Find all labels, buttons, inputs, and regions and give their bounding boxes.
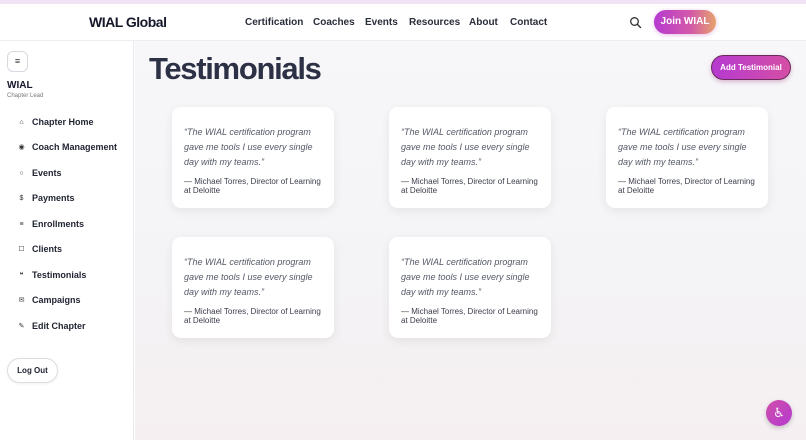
mail-icon: ✉ bbox=[18, 297, 25, 304]
testimonial-quote: “The WIAL certification program gave me … bbox=[618, 127, 747, 167]
page-title: Testimonials bbox=[149, 51, 322, 86]
testimonial-card: “The WIAL certification program gave me … bbox=[172, 237, 334, 338]
logout-button[interactable]: Log Out bbox=[7, 358, 58, 383]
home-icon: ⌂ bbox=[19, 118, 24, 126]
sidebar-item-label: Payments bbox=[32, 193, 75, 203]
sidebar-role: Chapter Lead bbox=[7, 93, 44, 99]
testimonial-card: “The WIAL certification program gave me … bbox=[606, 107, 768, 208]
sidebar-item-enrollments[interactable]: ≡ Enrollments bbox=[17, 217, 84, 231]
sidebar-item-clients[interactable]: ☐ Clients bbox=[17, 242, 62, 256]
main-content: Testimonials Add Testimonial “The WIAL c… bbox=[135, 41, 806, 440]
testimonial-author: — Michael Torres, Director of Learning a… bbox=[184, 307, 321, 325]
testimonial-card: “The WIAL certification program gave me … bbox=[389, 237, 551, 338]
nav-link-events[interactable]: Events bbox=[365, 17, 398, 28]
testimonial-author: — Michael Torres, Director of Learning a… bbox=[401, 177, 538, 195]
list-icon: ≡ bbox=[19, 220, 24, 228]
testimonial-author: — Michael Torres, Director of Learning a… bbox=[184, 177, 321, 195]
sidebar-org-name: WIAL bbox=[7, 80, 33, 91]
quote-icon: ❝ bbox=[19, 272, 24, 279]
sidebar-item-testimonials[interactable]: ❝ Testimonials bbox=[17, 268, 87, 282]
nav-link-resources[interactable]: Resources bbox=[409, 17, 460, 28]
events-icon: ○ bbox=[19, 169, 24, 177]
dollar-icon: $ bbox=[19, 194, 24, 202]
testimonial-quote: “The WIAL certification program gave me … bbox=[401, 257, 530, 297]
sidebar-item-campaigns[interactable]: ✉ Campaigns bbox=[17, 293, 81, 307]
testimonial-card: “The WIAL certification program gave me … bbox=[172, 107, 334, 208]
testimonial-author: — Michael Torres, Director of Learning a… bbox=[401, 307, 538, 325]
sidebar-item-label: Clients bbox=[32, 244, 63, 254]
clients-icon: ☐ bbox=[18, 246, 25, 253]
testimonial-quote: “The WIAL certification program gave me … bbox=[184, 257, 313, 297]
top-navbar: WIAL Global Certification Coaches Events… bbox=[0, 4, 806, 41]
sidebar-item-label: Campaigns bbox=[32, 295, 81, 305]
menu-toggle-icon[interactable]: ≡ bbox=[7, 51, 28, 72]
join-button[interactable]: Join WIAL bbox=[654, 10, 716, 34]
testimonial-quote: “The WIAL certification program gave me … bbox=[401, 127, 530, 167]
edit-icon: ✎ bbox=[18, 323, 25, 330]
testimonial-card: “The WIAL certification program gave me … bbox=[389, 107, 551, 208]
sidebar-item-label: Events bbox=[32, 168, 62, 178]
nav-link-contact[interactable]: Contact bbox=[510, 17, 547, 28]
testimonial-author: — Michael Torres, Director of Learning a… bbox=[618, 177, 755, 195]
nav-link-certification[interactable]: Certification bbox=[245, 17, 303, 28]
sidebar-item-payments[interactable]: $ Payments bbox=[17, 191, 75, 205]
nav-link-about[interactable]: About bbox=[469, 17, 498, 28]
sidebar-item-coach-management[interactable]: ◉ Coach Management bbox=[17, 140, 117, 154]
sidebar-item-label: Coach Management bbox=[32, 142, 118, 152]
sidebar-item-label: Chapter Home bbox=[32, 117, 94, 127]
sidebar-item-edit-chapter[interactable]: ✎ Edit Chapter bbox=[17, 319, 86, 333]
add-testimonial-button[interactable]: Add Testimonial bbox=[711, 55, 791, 80]
nav-link-coaches[interactable]: Coaches bbox=[313, 17, 355, 28]
brand-logo[interactable]: WIAL Global bbox=[89, 14, 167, 30]
accessibility-icon[interactable]: ♿ bbox=[766, 400, 792, 426]
search-icon[interactable] bbox=[629, 16, 642, 29]
sidebar-item-label: Edit Chapter bbox=[32, 321, 86, 331]
sidebar-item-label: Testimonials bbox=[32, 270, 87, 280]
sidebar-item-chapter-home[interactable]: ⌂ Chapter Home bbox=[17, 115, 94, 129]
coach-icon: ◉ bbox=[18, 144, 25, 151]
sidebar-item-events[interactable]: ○ Events bbox=[17, 166, 62, 180]
testimonial-quote: “The WIAL certification program gave me … bbox=[184, 127, 313, 167]
sidebar: ≡ WIAL Chapter Lead ⌂ Chapter Home ◉ Coa… bbox=[0, 41, 134, 440]
sidebar-item-label: Enrollments bbox=[32, 219, 85, 229]
